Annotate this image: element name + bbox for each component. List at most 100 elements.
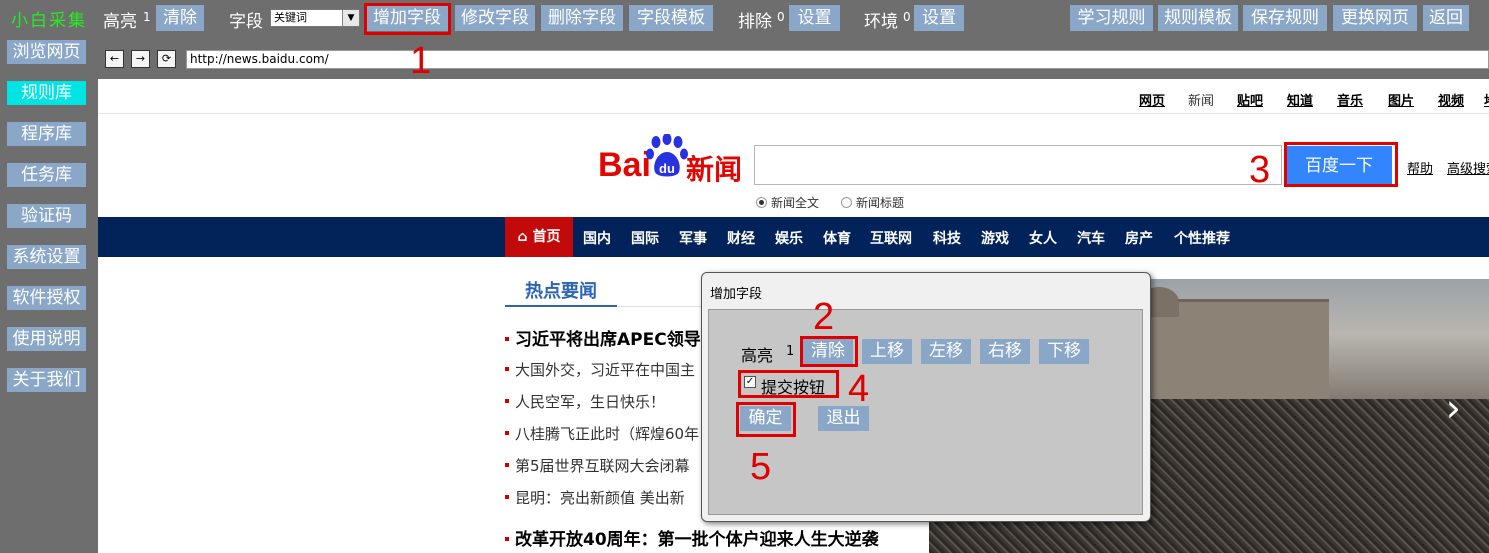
dialog-highlight-count: 1 bbox=[786, 344, 795, 359]
dialog-highlight-label: 高亮 bbox=[741, 346, 774, 365]
dialog-title: 增加字段 bbox=[710, 287, 763, 302]
learn-rules-button[interactable]: 学习规则 bbox=[1070, 5, 1153, 31]
nav-home[interactable]: ⌂ 首页 bbox=[505, 217, 573, 257]
annotation-number-3: 3 bbox=[1249, 149, 1271, 191]
headline-link[interactable]: 人民空军，生日快乐！ bbox=[505, 391, 665, 412]
env-count: 0 bbox=[903, 10, 911, 24]
highlight-count: 1 bbox=[143, 10, 151, 24]
field-select[interactable]: 关键词 ▼ bbox=[270, 9, 360, 27]
top-link-zhidao[interactable]: 知道 bbox=[1287, 90, 1313, 109]
logo-du-text: du bbox=[659, 161, 675, 176]
field-template-button[interactable]: 字段模板 bbox=[629, 5, 713, 31]
annotation-number-2: 2 bbox=[813, 296, 835, 338]
annotation-box-5 bbox=[736, 402, 796, 437]
move-down-button[interactable]: 下移 bbox=[1039, 339, 1089, 364]
news-search-input[interactable] bbox=[754, 145, 1282, 185]
top-link-video[interactable]: 视频 bbox=[1438, 90, 1464, 109]
sidebar-item-program-library[interactable]: 程序库 bbox=[7, 122, 86, 146]
radio-fulltext-label: 新闻全文 bbox=[771, 196, 820, 210]
top-link-news[interactable]: 新闻 bbox=[1188, 90, 1214, 109]
nav-item-international[interactable]: 国际 bbox=[631, 228, 659, 248]
nav-item-realestate[interactable]: 房产 bbox=[1125, 228, 1153, 248]
sidebar-item-manual[interactable]: 使用说明 bbox=[7, 327, 86, 351]
sidebar-item-captcha[interactable]: 验证码 bbox=[7, 204, 86, 228]
top-link-web[interactable]: 网页 bbox=[1139, 90, 1165, 109]
top-divider bbox=[98, 113, 1489, 114]
nav-home-label: 首页 bbox=[532, 229, 561, 245]
headline-link[interactable]: 八桂腾飞正此时（辉煌60年 bbox=[505, 423, 699, 444]
hot-news-underline bbox=[505, 305, 617, 307]
move-right-button[interactable]: 右移 bbox=[980, 339, 1030, 364]
field-select-value: 关键词 bbox=[274, 11, 307, 24]
rule-template-button[interactable]: 规则模板 bbox=[1158, 5, 1238, 31]
headline-link[interactable]: 改革开放40周年：第一批个体户迎来人生大逆袭 bbox=[505, 525, 879, 550]
annotation-box-4 bbox=[738, 370, 839, 398]
hot-news-heading: 热点要闻 bbox=[525, 281, 597, 302]
exclude-count: 0 bbox=[777, 10, 785, 24]
nav-item-personalized[interactable]: 个性推荐 bbox=[1174, 228, 1230, 248]
move-left-button[interactable]: 左移 bbox=[921, 339, 971, 364]
radio-title[interactable]: 新闻标题 bbox=[841, 194, 904, 211]
radio-unchecked-icon bbox=[841, 197, 852, 208]
top-link-music[interactable]: 音乐 bbox=[1337, 90, 1363, 109]
logo-news-text: 新闻 bbox=[686, 153, 743, 186]
radio-checked-icon bbox=[756, 197, 767, 208]
refresh-icon[interactable]: ⟳ bbox=[157, 50, 176, 68]
sidebar-item-rule-library[interactable]: 规则库 bbox=[7, 81, 86, 105]
forward-arrow-icon[interactable]: → bbox=[131, 50, 150, 68]
env-settings-button[interactable]: 设置 bbox=[914, 5, 964, 31]
edit-field-button[interactable]: 修改字段 bbox=[455, 5, 535, 31]
nav-item-finance[interactable]: 财经 bbox=[727, 228, 755, 248]
annotation-number-5: 5 bbox=[750, 446, 772, 488]
nav-item-internet[interactable]: 互联网 bbox=[870, 228, 912, 248]
sidebar-item-license[interactable]: 软件授权 bbox=[7, 286, 86, 310]
top-link-map[interactable]: 地 bbox=[1484, 90, 1489, 109]
headline-link[interactable]: 习近平将出席APEC领导 bbox=[505, 325, 701, 350]
logo-bai-text: Bai bbox=[598, 146, 651, 184]
home-icon: ⌂ bbox=[517, 229, 528, 245]
sidebar-item-browse[interactable]: 浏览网页 bbox=[7, 40, 86, 64]
chevron-down-icon[interactable]: ▼ bbox=[342, 10, 359, 26]
highlight-label: 高亮 bbox=[103, 12, 137, 32]
top-link-tieba[interactable]: 贴吧 bbox=[1237, 90, 1263, 109]
sidebar-item-task-library[interactable]: 任务库 bbox=[7, 163, 86, 187]
paw-icon: du bbox=[646, 134, 688, 177]
radio-title-label: 新闻标题 bbox=[856, 196, 905, 210]
annotation-box-3 bbox=[1284, 142, 1398, 187]
env-label: 环境 bbox=[864, 12, 898, 32]
nav-item-games[interactable]: 游戏 bbox=[981, 228, 1009, 248]
top-link-images[interactable]: 图片 bbox=[1388, 90, 1414, 109]
sidebar-item-system-settings[interactable]: 系统设置 bbox=[7, 245, 86, 269]
annotation-box-1 bbox=[364, 3, 451, 35]
save-rules-button[interactable]: 保存规则 bbox=[1243, 5, 1327, 31]
headline-link[interactable]: 昆明：亮出新颜值 美出新 bbox=[505, 487, 685, 508]
help-link[interactable]: 帮助 bbox=[1407, 158, 1433, 177]
sidebar-item-about[interactable]: 关于我们 bbox=[7, 368, 86, 392]
annotation-number-1: 1 bbox=[410, 40, 432, 82]
annotation-box-2 bbox=[800, 336, 858, 367]
annotation-number-4: 4 bbox=[848, 368, 870, 410]
back-button[interactable]: 返回 bbox=[1423, 5, 1469, 31]
clear-highlight-button[interactable]: 清除 bbox=[156, 5, 204, 31]
url-input[interactable]: http://news.baidu.com/ bbox=[186, 50, 1489, 69]
exclude-label: 排除 bbox=[738, 12, 772, 32]
chevron-right-icon[interactable]: › bbox=[1446, 389, 1461, 427]
headline-link[interactable]: 第5届世界互联网大会闭幕 bbox=[505, 455, 690, 476]
nav-item-entertainment[interactable]: 娱乐 bbox=[775, 228, 803, 248]
move-up-button[interactable]: 上移 bbox=[862, 339, 912, 364]
nav-item-domestic[interactable]: 国内 bbox=[583, 228, 611, 248]
app-brand: 小白采集 bbox=[11, 11, 87, 31]
delete-field-button[interactable]: 删除字段 bbox=[541, 5, 623, 31]
nav-item-auto[interactable]: 汽车 bbox=[1077, 228, 1105, 248]
nav-item-tech[interactable]: 科技 bbox=[933, 228, 961, 248]
nav-item-military[interactable]: 军事 bbox=[679, 228, 707, 248]
back-arrow-icon[interactable]: ← bbox=[105, 50, 124, 68]
field-label: 字段 bbox=[229, 12, 263, 32]
headline-link[interactable]: 大国外交，习近平在中国主 bbox=[505, 359, 695, 380]
nav-item-women[interactable]: 女人 bbox=[1029, 228, 1057, 248]
exclude-settings-button[interactable]: 设置 bbox=[789, 5, 840, 31]
change-page-button[interactable]: 更换网页 bbox=[1333, 5, 1417, 31]
advanced-search-link[interactable]: 高级搜索 bbox=[1447, 158, 1489, 177]
nav-item-sports[interactable]: 体育 bbox=[823, 228, 851, 248]
radio-fulltext[interactable]: 新闻全文 bbox=[756, 194, 819, 211]
